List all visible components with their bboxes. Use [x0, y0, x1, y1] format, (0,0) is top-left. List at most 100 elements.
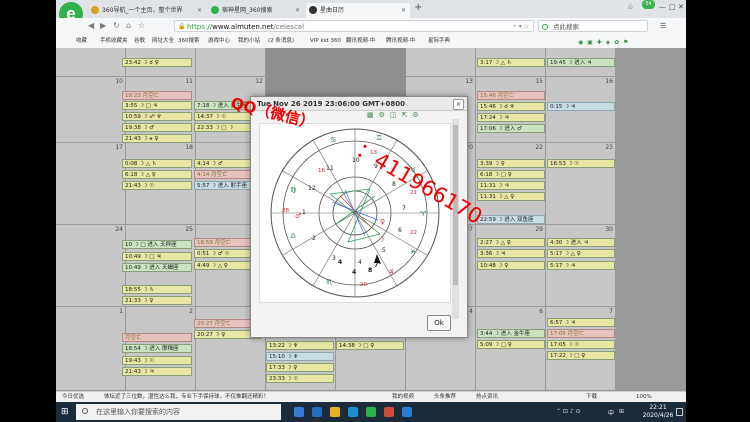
bookmark-item[interactable]: 腾讯视频·中 — [386, 35, 415, 48]
profile-badge[interactable]: 54 — [642, 0, 655, 9]
ime-indicator[interactable]: 中 — [608, 408, 614, 417]
event-item[interactable]: 18:55 ☽ ♄ — [122, 285, 192, 294]
event-item[interactable]: 3:17 ☽ △ ♄ — [477, 58, 545, 67]
event-item[interactable]: 3:55 ☽ □ ♃ — [122, 101, 192, 110]
share-icon[interactable]: ◫ — [390, 111, 402, 119]
event-item[interactable]: 22:59 ☽ 进入 双鱼座 — [477, 215, 545, 224]
skin-icon[interactable]: ♧ — [627, 3, 633, 11]
event-item[interactable]: 21:33 ☽ ♀ — [122, 296, 192, 305]
event-item[interactable]: 19:43 ☽ ☉ — [122, 356, 192, 365]
event-item[interactable]: 16:53 ☽ ☉ — [547, 159, 615, 168]
gear-icon[interactable]: ⚙ — [412, 111, 423, 119]
bookmark-item[interactable]: 手机收藏夹 — [100, 35, 128, 48]
search-input[interactable]: 点此搜索 — [538, 20, 648, 32]
event-item[interactable]: 21:43 ☽ ☉ — [122, 181, 192, 190]
close-icon[interactable]: ✕ — [197, 3, 202, 18]
event-item[interactable]: 11:31 ☽ △ ♀ — [477, 192, 545, 201]
new-tab-icon[interactable]: + — [414, 2, 422, 13]
bookmark-item[interactable]: 收藏 — [76, 35, 87, 48]
tray-icon[interactable]: ⊞ — [619, 408, 624, 415]
windows-start-icon[interactable]: ⊞ — [61, 407, 69, 417]
event-item[interactable]: 17:22 ☽ □ ♀ — [547, 351, 615, 360]
bookmark-item[interactable]: 星际字典 — [428, 35, 450, 48]
tab-celescal[interactable]: 星曲日历 ✕ — [306, 3, 410, 18]
event-item[interactable]: 6:18 ☽ △ ♀ — [122, 170, 192, 179]
bookmark-item[interactable]: 我的小站 — [238, 35, 260, 48]
tab-360-search[interactable]: 宿神星网_360搜索 ✕ — [208, 3, 304, 18]
event-item[interactable]: 6:57 ☽ ♃ — [547, 318, 615, 327]
app-icon[interactable] — [402, 407, 412, 417]
event-item[interactable]: 13:22 ☽ ♆ — [266, 341, 334, 350]
browser-360-icon[interactable] — [366, 407, 376, 417]
event-item[interactable]: 3:39 ☽ ♀ — [477, 159, 545, 168]
close-icon[interactable]: ✕ — [295, 3, 300, 18]
file-explorer-icon[interactable] — [330, 407, 340, 417]
event-item[interactable]: 月空亡 — [122, 333, 192, 342]
close-icon[interactable]: ✕ — [401, 3, 406, 18]
bookmark-item[interactable]: 网址大全 — [152, 35, 174, 48]
refresh-icon[interactable]: ↻ — [113, 21, 120, 30]
event-item[interactable]: 17:24 ☽ ♃ — [477, 113, 545, 122]
bookmark-item[interactable]: VIP kid 360 — [310, 35, 341, 48]
bookmark-item[interactable]: 360搜索 — [178, 35, 200, 48]
event-item[interactable]: 5:17 ☽ ♃ — [547, 261, 615, 270]
settings-icon[interactable]: ⚙ — [379, 111, 390, 119]
event-item[interactable]: 10 ☽ □ 进入 天秤座 — [122, 240, 192, 249]
close-window-icon[interactable]: ✕ — [678, 3, 684, 11]
url-actions-icon[interactable]: ⚡ ▾ ☆ — [513, 21, 529, 33]
event-item[interactable]: 5:09 ☽ □ ♀ — [477, 340, 545, 349]
event-item[interactable]: 21:43 ☽ ⚹ ♀ — [122, 134, 192, 143]
event-item[interactable]: 10:49 ☽ 进入 天蝎座 — [122, 263, 192, 272]
event-item[interactable]: 10:59 ☽ ☍ ♆ — [122, 112, 192, 121]
event-item[interactable]: 3:36 ☽ ♃ — [477, 249, 545, 258]
export-icon[interactable]: ⇱ — [402, 111, 413, 119]
app-icon[interactable] — [384, 407, 394, 417]
url-input[interactable]: 🔒 https://www.almuten.net/celescal ⚡ ▾ ☆ — [174, 20, 534, 32]
natal-chart[interactable]: 1 2 3 4 5 6 7 8 9 10 11 12 28 16 13 21 2… — [259, 123, 451, 303]
event-item[interactable]: 2:27 ☽ △ ♀ — [477, 238, 545, 247]
event-item[interactable]: 17:06 ☽ 进入 ♂ — [477, 124, 545, 133]
task-view-icon[interactable] — [294, 407, 304, 417]
notification-icon[interactable] — [676, 408, 683, 416]
taskbar-search-input[interactable]: 在这里输入你要搜索的内容 — [76, 404, 281, 420]
star-icon[interactable]: ☆ — [138, 21, 145, 30]
forward-icon[interactable]: ▶ — [100, 21, 106, 30]
store-icon[interactable] — [348, 407, 358, 417]
tab-360-home[interactable]: 360导航_一个主页，整个世界 ✕ — [88, 3, 206, 18]
event-item[interactable]: 17:33 ☽ ♀ — [266, 363, 334, 372]
event-item[interactable]: 10:48 ☽ ♀ — [477, 261, 545, 270]
event-item[interactable]: 0:15 ☽ ♃ — [547, 102, 615, 111]
bookmark-item[interactable]: (2 条消息) — [268, 35, 294, 48]
event-item[interactable]: 18:54 ☽ 进入 摩羯座 — [122, 344, 192, 353]
close-icon[interactable]: ✕ — [453, 99, 464, 110]
maximize-icon[interactable]: □ — [669, 3, 676, 11]
event-item[interactable]: 17:05 ☽ ☉ — [547, 340, 615, 349]
event-item[interactable]: 11:31 ☽ ♃ — [477, 181, 545, 190]
chart-icon[interactable]: ▦ — [367, 111, 379, 119]
event-item[interactable]: 19:38 ☽ ♂ — [122, 123, 192, 132]
event-item[interactable]: 10:49 ☽ □ ♃ — [122, 252, 192, 261]
home-icon[interactable]: ⌂ — [126, 21, 131, 30]
event-item[interactable]: 19:45 ☽ 进入 ♃ — [547, 58, 615, 67]
event-item[interactable]: 14:38 ☽ □ ♀ — [336, 341, 404, 350]
tray-icons[interactable]: ⌃ ⊡ ♪ ⊙ — [556, 408, 581, 415]
minimize-icon[interactable]: — — [659, 3, 666, 11]
event-item[interactable]: 15:10 ☽ ♆ — [266, 352, 334, 361]
event-item[interactable]: 0:08 ☽ △ ♄ — [122, 159, 192, 168]
menu-icon[interactable]: ☰ — [660, 22, 666, 30]
event-item[interactable]: 4:30 ☽ 进入 ♃ — [547, 238, 615, 247]
event-item[interactable]: 21:43 ☽ ♃ — [122, 367, 192, 376]
event-item[interactable]: 6:18 ☽ □ ♀ — [477, 170, 545, 179]
event-item[interactable]: 15:46 ☽ ☌ ♆ — [477, 102, 545, 111]
event-item[interactable]: 18:23 月空亡 — [122, 91, 192, 100]
back-icon[interactable]: ◀ — [88, 21, 94, 30]
bookmark-item[interactable]: 谷歌 — [134, 35, 145, 48]
edge-icon[interactable] — [312, 407, 322, 417]
event-item[interactable]: 5:17 ☽ △ ♀ — [547, 249, 615, 258]
event-item[interactable]: 23:42 ☽ ☌ ♀ — [122, 58, 192, 67]
clock[interactable]: 22:21 2020/4/26 — [636, 404, 680, 420]
event-item[interactable]: 17:05 月空亡 — [547, 329, 615, 338]
ok-button[interactable]: Ok — [427, 315, 451, 331]
event-item[interactable]: 15:46 月空亡 — [477, 91, 545, 100]
bookmark-item[interactable]: 游戏中心 — [208, 35, 230, 48]
